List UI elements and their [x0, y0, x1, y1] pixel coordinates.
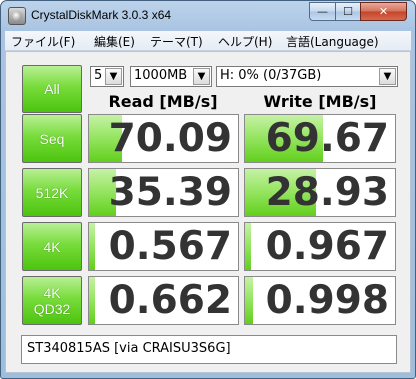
- 4k-qd32-button[interactable]: 4K QD32: [22, 276, 82, 325]
- chevron-down-icon: ▼: [105, 68, 122, 85]
- runs-select[interactable]: 5 ▼: [90, 66, 124, 87]
- drive-value: H: 0% (0/37GB): [220, 68, 322, 83]
- chevron-down-icon: ▼: [379, 68, 396, 85]
- 512k-read-value: 35.39: [108, 170, 232, 215]
- all-button[interactable]: All: [22, 65, 82, 113]
- menu-edit[interactable]: 編集(E): [94, 33, 135, 50]
- menu-theme[interactable]: テーマ(T): [150, 33, 203, 50]
- row-label: 512K: [35, 184, 69, 201]
- main-panel: All 5 ▼ 1000MB ▼ H: 0% (0/37GB) ▼ Read […: [5, 51, 411, 373]
- minimize-button[interactable]: —: [309, 2, 336, 21]
- 512k-write-value: 28.93: [265, 170, 389, 215]
- close-button[interactable]: ✕: [360, 2, 407, 21]
- row-label: 4K: [43, 284, 61, 301]
- 4k-read-value: 0.567: [108, 224, 232, 269]
- write-column-header: Write [MB/s]: [263, 92, 377, 111]
- 4k-qd32-write-cell: 0.998: [244, 276, 396, 325]
- menu-language[interactable]: 言語(Language): [286, 33, 379, 50]
- write-progress-bar: [245, 223, 251, 270]
- row-label: 4K: [43, 238, 61, 255]
- seq-read-cell: 70.09: [88, 114, 239, 163]
- maximize-button[interactable]: ☐: [335, 2, 361, 21]
- 4k-button[interactable]: 4K: [22, 222, 82, 271]
- 512k-write-cell: 28.93: [244, 168, 396, 217]
- chevron-down-icon: ▼: [193, 68, 210, 85]
- seq-write-value: 69.67: [265, 116, 389, 161]
- window-title: CrystalDiskMark 3.0.3 x64: [31, 8, 172, 22]
- menu-help[interactable]: ヘルプ(H): [218, 33, 272, 50]
- menu-file[interactable]: ファイル(F): [11, 33, 75, 50]
- 512k-button[interactable]: 512K: [22, 168, 82, 217]
- 512k-read-cell: 35.39: [88, 168, 239, 217]
- row-sublabel: QD32: [33, 300, 71, 317]
- app-window: CrystalDiskMark 3.0.3 x64 — ☐ ✕ ファイル(F) …: [0, 0, 416, 379]
- write-progress-bar: [245, 277, 253, 324]
- row-label: Seq: [39, 130, 65, 147]
- size-select[interactable]: 1000MB ▼: [130, 66, 212, 87]
- drive-info-text: ST340815AS [via CRAISU3S6G]: [27, 341, 231, 356]
- 4k-read-cell: 0.567: [88, 222, 239, 271]
- seq-write-cell: 69.67: [244, 114, 396, 163]
- 4k-write-value: 0.967: [265, 224, 389, 269]
- 4k-qd32-write-value: 0.998: [265, 278, 389, 323]
- 4k-write-cell: 0.967: [244, 222, 396, 271]
- read-column-header: Read [MB/s]: [108, 92, 218, 111]
- size-value: 1000MB: [134, 68, 188, 83]
- seq-read-value: 70.09: [108, 116, 232, 161]
- read-progress-bar: [89, 223, 95, 270]
- drive-select[interactable]: H: 0% (0/37GB) ▼: [216, 66, 398, 87]
- title-bar[interactable]: CrystalDiskMark 3.0.3 x64 — ☐ ✕: [1, 1, 415, 31]
- drive-info-bar: ST340815AS [via CRAISU3S6G]: [21, 335, 397, 364]
- 4k-qd32-read-cell: 0.662: [88, 276, 239, 325]
- runs-value: 5: [94, 68, 103, 83]
- 4k-qd32-read-value: 0.662: [108, 278, 232, 323]
- all-button-label: All: [44, 81, 60, 97]
- seq-button[interactable]: Seq: [22, 114, 82, 163]
- disk-app-icon: [8, 7, 26, 25]
- menu-bar: ファイル(F) 編集(E) テーマ(T) ヘルプ(H) 言語(Language): [5, 31, 411, 51]
- read-progress-bar: [89, 277, 95, 324]
